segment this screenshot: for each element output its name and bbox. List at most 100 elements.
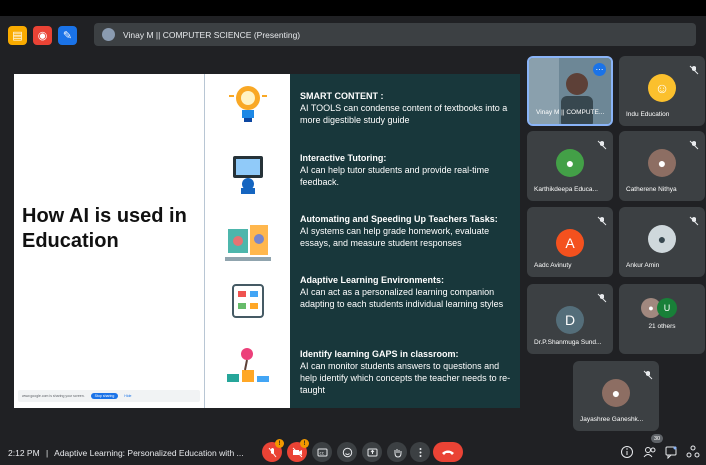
- stop-sharing-button[interactable]: Stop sharing: [90, 393, 119, 399]
- avatar: A: [556, 229, 584, 257]
- share-notice-bar: www.google.com is sharing your screen. S…: [18, 390, 200, 402]
- notes-icon[interactable]: ▤: [8, 25, 27, 45]
- presenting-label: Vinay M || COMPUTER SCIENCE (Presenting): [123, 29, 301, 40]
- warning-badge: !: [275, 439, 284, 448]
- participant-tile-presenter[interactable]: ⋯ Vinay M || COMPUTE...: [527, 56, 613, 126]
- participant-name: Aadc Avinuty: [534, 262, 572, 269]
- others-count: 21 others: [648, 323, 676, 330]
- participant-tile[interactable]: ☺ Indu Education: [619, 56, 705, 126]
- clock-time: 2:12 PM: [8, 448, 40, 458]
- share-notice-text: www.google.com is sharing your screen.: [22, 394, 85, 398]
- camera-off-icon: [292, 447, 302, 457]
- hand-icon: [394, 448, 401, 458]
- info-icon[interactable]: [620, 445, 634, 459]
- participant-tile[interactable]: ● Karthikdeepa Educa...: [527, 131, 613, 201]
- participant-name: Vinay M || COMPUTE...: [536, 109, 605, 116]
- top-strip: [0, 0, 706, 16]
- mic-off-icon: [689, 213, 699, 226]
- captions-button[interactable]: cc: [312, 442, 332, 462]
- meeting-title[interactable]: Adaptive Learning: Personalized Educatio…: [54, 448, 243, 458]
- participant-tile-others[interactable]: ● U 21 others: [619, 284, 705, 354]
- slide-illustrations: [204, 74, 290, 408]
- participant-tile[interactable]: D Dr.P.Shanmuga Sund...: [527, 284, 613, 354]
- chat-icon[interactable]: [664, 445, 678, 459]
- participant-tile[interactable]: ● Catherene Nithya: [619, 131, 705, 201]
- slide-title-panel: How AI is used in Education www.google.c…: [14, 74, 204, 408]
- reactions-button[interactable]: [337, 442, 357, 462]
- avatar: D: [556, 306, 584, 334]
- avatar: ●: [556, 149, 584, 177]
- section-body: AI can help tutor students and provide r…: [300, 165, 490, 187]
- avatar: ●: [648, 225, 676, 253]
- record-icon[interactable]: ◉: [33, 25, 52, 45]
- slide-title: How AI is used in Education: [22, 205, 187, 252]
- participant-tile[interactable]: ● Ankur Amin: [619, 207, 705, 277]
- present-button[interactable]: [362, 442, 382, 462]
- section-adaptive-learning: Adaptive Learning Environments: AI can a…: [300, 274, 512, 310]
- more-options-icon[interactable]: ⋯: [593, 63, 606, 76]
- app-toolbar: ▤ ◉ ✎: [8, 22, 77, 48]
- participant-name: Jayashree Ganeshk...: [580, 416, 644, 423]
- avatar: ●: [602, 379, 630, 407]
- emoji-icon: [342, 447, 352, 457]
- section-learning-gaps: Identify learning GAPS in classroom: AI …: [300, 348, 512, 396]
- phone-hangup-icon: [442, 450, 454, 455]
- section-heading: Interactive Tutoring:: [300, 153, 387, 163]
- learning-gaps-icon: [227, 348, 269, 382]
- participant-name: Ankur Amin: [626, 262, 660, 269]
- mic-off-icon: [268, 447, 276, 457]
- section-automating-tasks: Automating and Speeding Up Teachers Task…: [300, 213, 512, 249]
- mic-off-icon: [689, 137, 699, 150]
- participant-tile[interactable]: A Aadc Avinuty: [527, 207, 613, 277]
- tutor-computer-icon: [233, 156, 263, 194]
- shared-screen: How AI is used in Education www.google.c…: [14, 74, 520, 408]
- avatar: ●: [648, 149, 676, 177]
- participant-tile[interactable]: ● Jayashree Ganeshk...: [573, 361, 659, 431]
- more-options-button[interactable]: [410, 442, 430, 462]
- people-icon[interactable]: [643, 445, 657, 459]
- section-body: AI can act as a personalized learning co…: [300, 287, 504, 309]
- avatar: U: [657, 298, 677, 318]
- section-body: AI systems can help grade homework, eval…: [300, 226, 490, 248]
- mic-off-icon: [597, 290, 607, 303]
- slide-content-panel: SMART CONTENT : AI TOOLS can condense co…: [290, 74, 520, 408]
- edit-icon[interactable]: ✎: [58, 25, 77, 45]
- meeting-info: 2:12 PM | Adaptive Learning: Personalize…: [8, 448, 244, 458]
- section-heading: Adaptive Learning Environments:: [300, 275, 445, 285]
- section-body: AI TOOLS can condense content of textboo…: [300, 103, 508, 125]
- warning-badge: !: [300, 439, 309, 448]
- mic-off-icon: [643, 367, 653, 380]
- section-body: AI can monitor students answers to quest…: [300, 361, 511, 395]
- section-heading: Identify learning GAPS in classroom:: [300, 349, 459, 359]
- presenter-banner[interactable]: Vinay M || COMPUTER SCIENCE (Presenting): [94, 23, 696, 46]
- participant-name: Dr.P.Shanmuga Sund...: [534, 339, 602, 346]
- mic-off-icon: [689, 62, 699, 75]
- section-smart-content: SMART CONTENT : AI TOOLS can condense co…: [300, 90, 512, 126]
- people-count-badge: 30: [651, 434, 663, 443]
- presenter-avatar: [102, 28, 115, 41]
- captions-icon: cc: [317, 448, 327, 456]
- automation-icon: [225, 225, 271, 261]
- section-heading: Automating and Speeding Up Teachers Task…: [300, 214, 498, 224]
- hide-link[interactable]: Hide: [124, 394, 131, 398]
- raise-hand-button[interactable]: [387, 442, 407, 462]
- camera-toggle-button[interactable]: !: [287, 439, 309, 462]
- adaptive-learning-icon: [232, 284, 264, 318]
- bottom-bar: 2:12 PM | Adaptive Learning: Personalize…: [0, 438, 706, 465]
- participant-name: Catherene Nithya: [626, 186, 677, 193]
- mic-off-icon: [597, 213, 607, 226]
- separator: |: [46, 448, 49, 458]
- mic-toggle-button[interactable]: !: [262, 439, 284, 462]
- more-vert-icon: [419, 447, 421, 457]
- mic-off-icon: [597, 137, 607, 150]
- lightbulb-icon: [229, 86, 267, 122]
- svg-text:cc: cc: [319, 450, 323, 455]
- avatar: ☺: [648, 74, 676, 102]
- activities-icon[interactable]: [686, 445, 700, 459]
- section-heading: SMART CONTENT :: [300, 91, 384, 101]
- participant-name: Indu Education: [626, 111, 670, 118]
- participant-name: Karthikdeepa Educa...: [534, 186, 598, 193]
- present-screen-icon: [367, 448, 377, 456]
- leave-call-button[interactable]: [433, 442, 463, 462]
- section-interactive-tutoring: Interactive Tutoring: AI can help tutor …: [300, 152, 512, 188]
